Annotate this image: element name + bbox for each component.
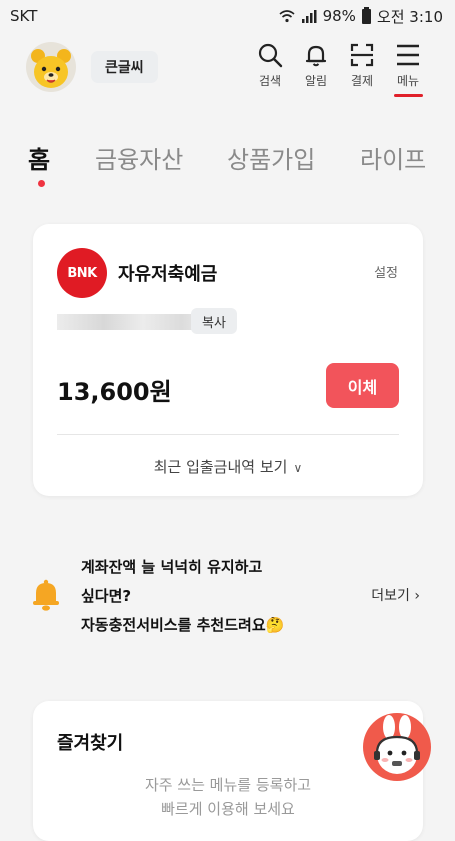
history-label: 최근 입출금내역 보기 — [153, 458, 288, 476]
search-button[interactable]: 검색 — [250, 42, 290, 89]
main-tabs: 홈 금융자산 상품가입 라이프 — [0, 140, 455, 190]
hamburger-icon — [397, 44, 419, 66]
more-label: 더보기 — [371, 588, 410, 604]
account-name[interactable]: 자유저축예금 — [118, 260, 217, 286]
chatbot-button[interactable] — [363, 713, 431, 781]
battery-percent: 98% — [322, 7, 356, 25]
transaction-history-link[interactable]: 최근 입출금내역 보기 ∨ — [33, 456, 423, 477]
top-header: 큰글씨 검색 알림 결제 메뉴 — [0, 34, 455, 100]
pay-label: 결제 — [350, 74, 374, 88]
wifi-icon — [279, 10, 295, 23]
carrier-label: SKT — [10, 7, 38, 25]
account-number-masked — [57, 314, 213, 330]
favorites-desc-line-2: 빠르게 이용해 보세요 — [161, 800, 295, 818]
transfer-button[interactable]: 이체 — [326, 363, 399, 408]
chevron-down-icon: ∨ — [293, 461, 303, 475]
tab-financial-assets[interactable]: 금융자산 — [95, 140, 183, 175]
scan-icon — [350, 43, 374, 67]
account-settings-link[interactable]: 설정 — [374, 262, 398, 281]
tab-life[interactable]: 라이프 — [360, 140, 426, 175]
search-icon — [258, 43, 283, 68]
banner-line-3: 자동충전서비스를 추천드려요🤔 — [81, 616, 285, 634]
active-tab-dot — [38, 180, 45, 187]
pay-button[interactable]: 결제 — [342, 42, 382, 89]
card-divider — [57, 434, 399, 435]
account-card: BNK 자유저축예금 설정 복사 13,600원 이체 최근 입출금내역 보기 ∨ — [33, 224, 423, 496]
banner-more-link[interactable]: 더보기 › — [371, 585, 420, 605]
menu-active-indicator — [394, 94, 423, 97]
menu-button[interactable]: 메뉴 — [388, 42, 428, 89]
avatar[interactable] — [26, 42, 76, 92]
battery-icon — [361, 6, 371, 24]
menu-label: 메뉴 — [396, 74, 420, 88]
bell-icon — [305, 45, 327, 67]
signal-icon — [301, 10, 317, 23]
banner-text: 계좌잔액 늘 넉넉히 유지하고 싶다면? 자동충전서비스를 추천드려요🤔 — [81, 553, 284, 640]
favorites-desc-line-1: 자주 쓰는 메뉴를 등록하고 — [144, 776, 312, 794]
bnk-logo: BNK — [57, 248, 107, 298]
status-bar: SKT 98% 오전 3:10 — [0, 0, 455, 32]
clock: 오전 3:10 — [376, 7, 443, 26]
alerts-label: 알림 — [304, 74, 328, 88]
banner-line-1: 계좌잔액 늘 넉넉히 유지하고 — [81, 558, 263, 576]
font-size-toggle-button[interactable]: 큰글씨 — [91, 51, 158, 83]
rabbit-character-icon — [374, 715, 420, 774]
status-right: 98% 오전 3:10 — [279, 6, 443, 27]
copy-account-button[interactable]: 복사 — [191, 308, 237, 334]
favorites-card: 즐겨찾기 자주 쓰는 메뉴를 등록하고 빠르게 이용해 보세요 — [33, 701, 423, 841]
alerts-button[interactable]: 알림 — [296, 42, 336, 89]
account-balance: 13,600원 — [57, 378, 172, 406]
favorites-description: 자주 쓰는 메뉴를 등록하고 빠르게 이용해 보세요 — [33, 773, 423, 821]
tab-products[interactable]: 상품가입 — [227, 140, 315, 175]
promo-banner[interactable]: 계좌잔액 늘 넉넉히 유지하고 싶다면? 자동충전서비스를 추천드려요🤔 더보기… — [0, 545, 455, 645]
bell-icon — [33, 579, 59, 611]
tab-home[interactable]: 홈 — [28, 140, 50, 175]
search-label: 검색 — [258, 74, 282, 88]
banner-line-2: 싶다면? — [81, 587, 132, 605]
chevron-right-icon: › — [414, 588, 420, 604]
favorites-title: 즐겨찾기 — [57, 733, 124, 754]
bear-character-icon — [31, 49, 71, 88]
